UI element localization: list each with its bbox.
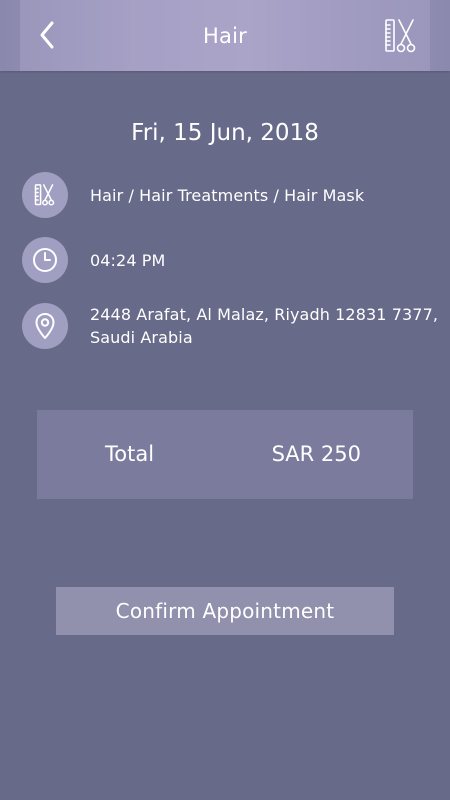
chevron-left-icon	[40, 21, 54, 49]
time-icon-circle	[22, 237, 68, 283]
address-line-2: Saudi Arabia	[90, 328, 193, 347]
location-row: 2448 Arafat, Al Malaz, Riyadh 12831 7377…	[22, 303, 442, 363]
service-icon-circle	[22, 172, 68, 218]
comb-scissors-icon	[385, 19, 416, 53]
total-amount: SAR 250	[271, 442, 361, 466]
address-line-1: 2448 Arafat, Al Malaz, Riyadh 12831 7377…	[90, 305, 439, 324]
header-overlay	[20, 0, 430, 71]
service-row: Hair / Hair Treatments / Hair Mask	[22, 172, 442, 218]
appointment-time: 04:24 PM	[90, 251, 166, 270]
total-label: Total	[105, 442, 155, 466]
service-path: Hair / Hair Treatments / Hair Mask	[90, 186, 365, 205]
appointment-screen: Hair Fri, 15 Jun, 2018 Hair / Hair Treat…	[0, 0, 450, 800]
service-menu-button[interactable]	[382, 17, 420, 55]
clock-icon	[33, 248, 57, 272]
appointment-address: 2448 Arafat, Al Malaz, Riyadh 12831 7377…	[90, 303, 440, 349]
appointment-date: Fri, 15 Jun, 2018	[131, 120, 319, 146]
total-panel: Total SAR 250	[37, 410, 413, 499]
comb-scissors-icon	[34, 184, 55, 206]
header-bar: Hair	[0, 0, 450, 71]
confirm-appointment-button[interactable]: Confirm Appointment	[56, 587, 394, 635]
back-button[interactable]	[30, 18, 64, 52]
time-row: 04:24 PM	[22, 237, 442, 283]
location-icon-circle	[22, 303, 68, 349]
location-pin-icon	[35, 313, 55, 339]
